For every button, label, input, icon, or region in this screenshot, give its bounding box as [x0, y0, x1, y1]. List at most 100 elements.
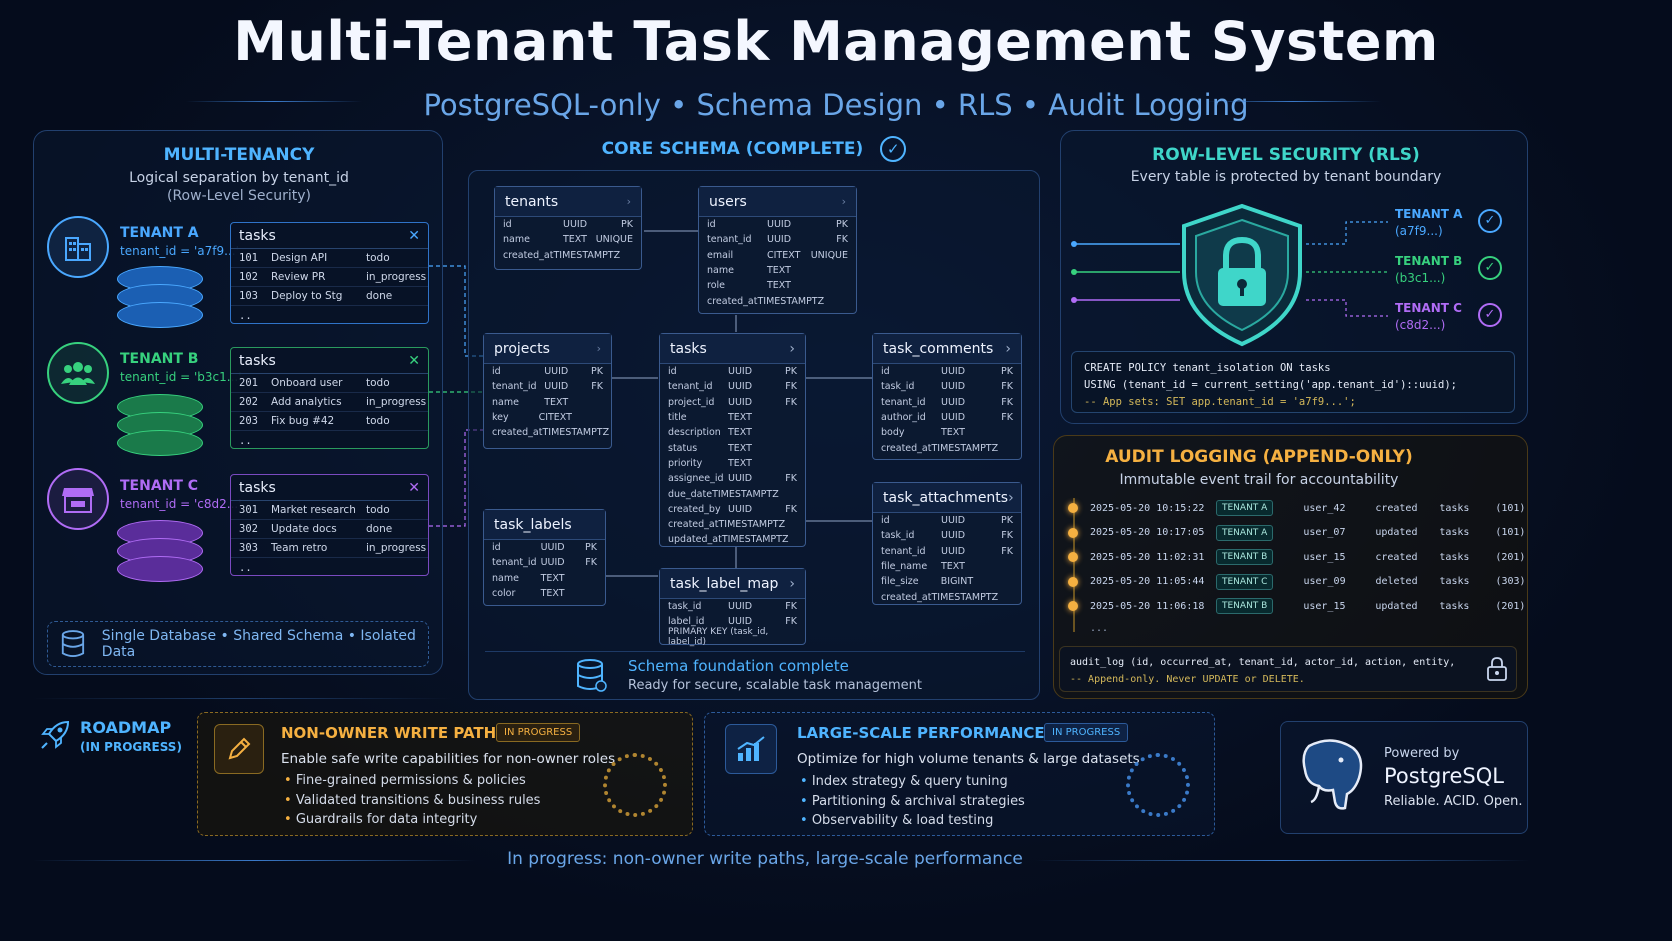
elephant-icon — [1297, 738, 1367, 816]
erd-row: task_id UUID FK — [881, 530, 1013, 542]
divider — [33, 698, 453, 699]
table-row: 201 Onboard user todo — [231, 374, 428, 393]
erd-row: tenant_id UUID FK — [492, 557, 597, 569]
erd-row: created_at TIMESTAMPTZ — [503, 249, 621, 261]
schema-title: CORE SCHEMA (COMPLETE) — [601, 138, 864, 159]
audit-code-block: audit_log (id, occurred_at, tenant_id, a… — [1059, 646, 1517, 692]
table-ellipsis: .. — [239, 561, 252, 574]
page-title: Multi-Tenant Task Management System — [233, 10, 1439, 73]
tenant-b-name: TENANT B — [120, 351, 199, 367]
erd-row: id UUID PK — [503, 219, 633, 231]
table-title: tasks — [239, 479, 276, 496]
card-desc: Optimize for high volume tenants & large… — [797, 751, 1140, 767]
roadmap-status: (IN PROGRESS) — [80, 740, 182, 754]
footer-text: In progress: non-owner write paths, larg… — [507, 849, 1023, 869]
erd-row: id UUID PK — [707, 219, 848, 231]
erd-row: email CITEXT UNIQUE — [707, 249, 848, 261]
erd-row: tenant_id UUID FK — [668, 381, 797, 393]
erd-row: id UUID PK — [881, 366, 1013, 378]
lock-icon — [1486, 656, 1508, 686]
store-icon — [47, 468, 109, 530]
tenant-a-id: tenant_id = 'a7f9...' — [120, 244, 239, 258]
multitenancy-title: MULTI-TENANCY — [163, 145, 315, 165]
close-icon[interactable]: ✕ — [408, 353, 420, 369]
check-circle-icon: ✓ — [1478, 256, 1502, 280]
chevron-right-icon: › — [596, 342, 601, 355]
erd-row: status TEXT — [668, 442, 752, 454]
audit-event-row: 2025-05-20 10:17:05 TENANT Auser_07 update… — [1066, 523, 1525, 543]
rls-sub: Every table is protected by tenant bound… — [1130, 169, 1442, 185]
rls-tenant-c: TENANT C (c8d2...) — [1395, 301, 1462, 332]
erd-row: id UUID PK — [668, 366, 797, 378]
database-icon — [61, 630, 85, 657]
table-ellipsis: .. — [239, 309, 252, 322]
chevron-right-icon: › — [789, 575, 795, 592]
erd-row: key CITEXT — [492, 412, 572, 424]
erd-task-attachments: task_attachments › id UUID PK task_id UUID FK t… — [872, 482, 1022, 605]
table-row: 303 Team retro in_progress — [231, 539, 428, 558]
chevron-right-icon: › — [626, 195, 631, 208]
tenant-badge: TENANT B — [1216, 598, 1274, 614]
tenant-a-block — [47, 216, 109, 278]
card-bullets: • Fine-grained permissions & policies • … — [284, 771, 540, 830]
timeline-dot — [1068, 527, 1078, 538]
chevron-right-icon: › — [1005, 340, 1011, 357]
card-desc: Enable safe write capabilities for non-o… — [281, 751, 616, 767]
foundation-title: Schema foundation complete — [628, 657, 849, 675]
table-row: 302 Update docs done — [231, 520, 428, 539]
chevron-right-icon: › — [841, 195, 846, 208]
audit-event-row: 2025-05-20 10:15:22 TENANT Auser_42 create… — [1066, 498, 1525, 518]
table-row: 202 Add analytics in_progress — [231, 393, 428, 412]
erd-row: name TEXT — [707, 265, 791, 277]
erd-row: updated_at TIMESTAMPTZ — [668, 534, 789, 546]
erd-row: created_at TIMESTAMPTZ — [881, 442, 999, 454]
postgres-tagline: Reliable. ACID. Open. — [1384, 794, 1523, 809]
postgres-name: PostgreSQL — [1384, 764, 1504, 788]
erd-tasks: tasks › id UUID PK tenant_id UUID FK project_id… — [659, 333, 806, 547]
users-icon — [47, 342, 109, 404]
erd-row: assignee_id UUID FK — [668, 473, 797, 485]
erd-row: color TEXT — [492, 588, 565, 600]
postgres-card: Powered by PostgreSQL Reliable. ACID. Op… — [1280, 721, 1528, 834]
divider — [186, 101, 362, 102]
status-badge: IN PROGRESS — [496, 723, 581, 742]
roadmap-card-write-paths: NON-OWNER WRITE PATHS IN PROGRESS Enable… — [197, 712, 693, 836]
check-circle-icon: ✓ — [1478, 209, 1502, 233]
table-row: 203 Fix bug #42 todo — [231, 412, 428, 431]
tenant-b-block — [47, 342, 109, 404]
audit-event-row: 2025-05-20 11:05:44 TENANT Cuser_09 delete… — [1066, 572, 1526, 592]
table-row: 101 Design API todo — [231, 249, 428, 268]
code-line: USING (tenant_id = current_setting('app.… — [1084, 379, 1457, 391]
erd-task-label-map: task_label_map › task_id UUID FK label_id UUI… — [659, 568, 806, 647]
code-comment: -- Append-only. Never UPDATE or DELETE. — [1070, 674, 1305, 685]
multitenancy-sub1: Logical separation by tenant_id — [129, 170, 349, 186]
table-row: 103 Deploy to Stg done — [231, 287, 428, 306]
close-icon[interactable]: ✕ — [408, 480, 420, 496]
erd-row: id UUID PK — [492, 542, 597, 554]
timeline-dot — [1068, 503, 1078, 513]
erd-row: author_id UUID FK — [881, 412, 1013, 424]
erd-row: description TEXT — [668, 427, 752, 439]
erd-row: id UUID PK — [492, 366, 603, 378]
erd-tenants: tenants › id UUID PK name TEXT UNIQUE created_a… — [494, 186, 642, 270]
audit-event-row: 2025-05-20 11:02:31 TENANT Buser_15 create… — [1066, 547, 1525, 567]
erd-row: id UUID PK — [881, 515, 1013, 527]
rls-tenant-a: TENANT A (a7f9...) — [1395, 207, 1463, 238]
shield-lock-icon — [1178, 202, 1306, 352]
tenant-a-tasks-table: tasks ✕ 101 Design API todo 102 Review PR in_… — [230, 222, 429, 324]
erd-row: priority TEXT — [668, 457, 752, 469]
erd-row: tenant_id UUID FK — [492, 381, 603, 393]
tenant-c-name: TENANT C — [120, 478, 199, 494]
table-row: 102 Review PR in_progress — [231, 268, 428, 287]
pencil-icon — [214, 724, 264, 774]
rls-title: ROW-LEVEL SECURITY (RLS) — [1152, 145, 1420, 165]
chevron-right-icon: › — [1008, 489, 1014, 506]
close-icon[interactable]: ✕ — [408, 228, 420, 244]
bullet-item: • Partitioning & archival strategies — [800, 793, 1025, 809]
timeline-dot — [1068, 552, 1078, 562]
table-ellipsis: .. — [239, 434, 252, 447]
erd-task-labels: task_labels id UUID PK tenant_id UUID FK name T… — [483, 509, 606, 606]
erd-row: name TEXT — [492, 396, 569, 408]
foundation-sub: Ready for secure, scalable task manageme… — [628, 678, 923, 693]
status-badge: IN PROGRESS — [1044, 723, 1129, 742]
